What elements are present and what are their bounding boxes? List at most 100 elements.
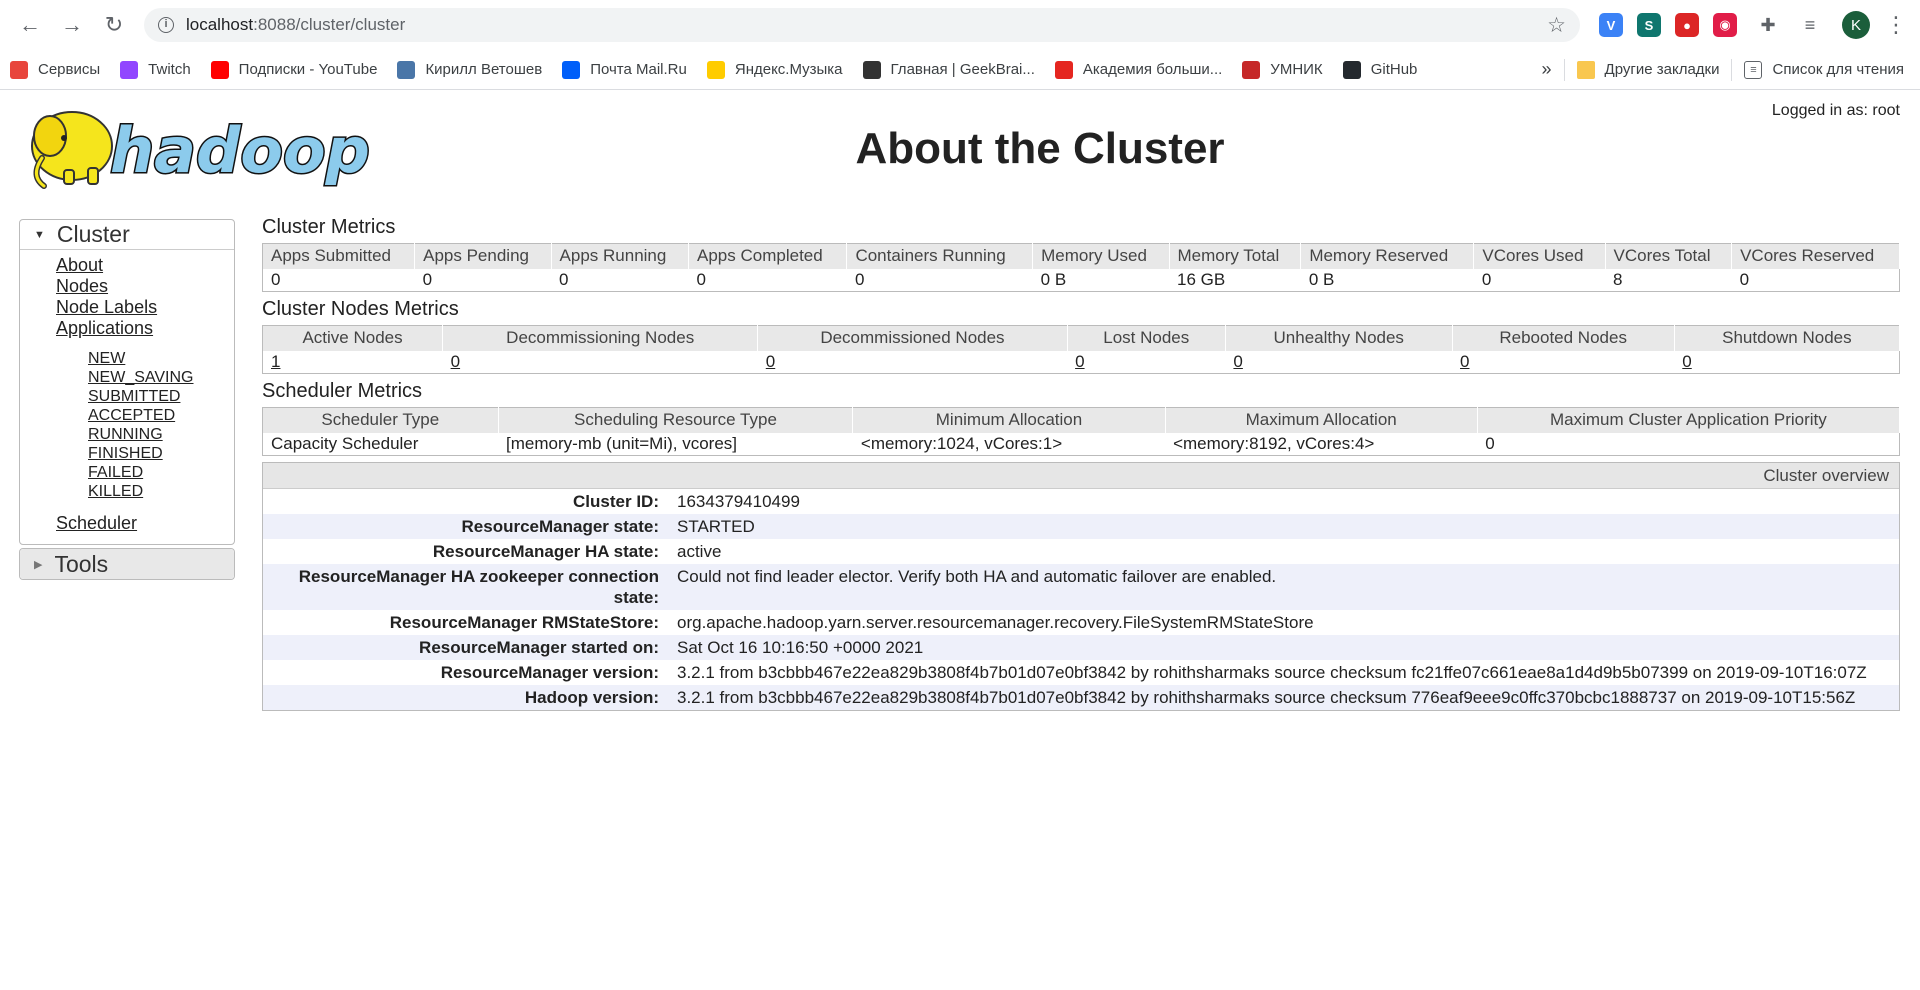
column-header[interactable]: VCores Used <box>1473 243 1606 269</box>
nav-about-link[interactable]: About <box>56 255 234 276</box>
cell-link[interactable]: 0 <box>451 352 460 371</box>
other-bookmarks-folder[interactable]: Другие закладки <box>1576 60 1719 79</box>
address-bar[interactable]: i localhost:8088/cluster/cluster ☆ <box>144 8 1580 42</box>
nav-app-state-submitted-link[interactable]: SUBMITTED <box>88 387 234 406</box>
bookmark-item[interactable]: Подписки - YouTube <box>210 60 377 79</box>
bookmark-item[interactable]: УМНИК <box>1242 60 1323 79</box>
browser-menu-icon[interactable]: ⋮ <box>1884 12 1908 38</box>
column-header[interactable]: Apps Running <box>551 243 690 269</box>
scheduler-metrics-table: Scheduler Type Scheduling Resource Type Mi… <box>262 407 1901 456</box>
cell-link[interactable]: 1 <box>271 352 280 371</box>
column-header[interactable]: Active Nodes <box>262 325 444 351</box>
table-cell: 0 <box>271 269 281 289</box>
column-header[interactable]: Rebooted Nodes <box>1452 325 1675 351</box>
forward-arrow-icon[interactable]: → <box>54 7 90 43</box>
table-cell: [memory-mb (unit=Mi), vcores] <box>506 433 737 453</box>
column-header[interactable]: Apps Completed <box>688 243 848 269</box>
nav-app-state-killed-link[interactable]: KILLED <box>88 482 234 501</box>
bookmark-item[interactable]: Сервисы <box>10 60 101 79</box>
nav-node-labels-link[interactable]: Node Labels <box>56 297 234 318</box>
tools-panel-title: Tools <box>54 550 109 577</box>
column-header[interactable]: Decommissioned Nodes <box>757 325 1068 351</box>
tools-panel-header[interactable]: ▶ Tools <box>20 549 234 579</box>
bookmark-item[interactable]: Кирилл Ветошев <box>397 60 542 79</box>
application-states-list: NEW NEW_SAVING SUBMITTED ACCEPTED RUNNING FIN… <box>56 349 234 501</box>
table-cell: 0 <box>1225 351 1452 374</box>
s-extension-icon[interactable]: S <box>1637 13 1661 37</box>
table-cell: 0 <box>422 269 433 289</box>
column-header[interactable]: Containers Running <box>846 243 1034 269</box>
nav-app-state-new-saving-link[interactable]: NEW_SAVING <box>88 368 234 387</box>
cell-link[interactable]: 0 <box>1460 352 1469 371</box>
cluster-panel-header[interactable]: ▼ Cluster <box>20 220 234 250</box>
nav-app-state-failed-link[interactable]: FAILED <box>88 463 234 482</box>
bookmark-item[interactable]: GitHub <box>1342 60 1417 79</box>
bookmarks-bar: Сервисы Twitch Подписки - YouTube Кирилл Ве… <box>0 50 1920 90</box>
bookmarks-divider <box>1563 58 1565 81</box>
back-arrow-icon[interactable]: ← <box>12 7 48 43</box>
reading-list-button[interactable]: ≡ Список для чтения <box>1744 60 1904 79</box>
bookmark-label: Сервисы <box>38 61 101 78</box>
nav-nodes-link[interactable]: Nodes <box>56 276 234 297</box>
table-cell: 0 B <box>1040 269 1067 289</box>
reading-list-label: Список для чтения <box>1772 61 1904 78</box>
column-header[interactable]: Memory Used <box>1032 243 1170 269</box>
academy-icon <box>1054 60 1073 79</box>
nav-app-state-accepted-link[interactable]: ACCEPTED <box>88 406 234 425</box>
opera-extension-icon[interactable]: ● <box>1675 13 1699 37</box>
column-header[interactable]: Scheduler Type <box>262 407 499 433</box>
cell-link[interactable]: 0 <box>1233 352 1242 371</box>
overview-label: Cluster ID: <box>573 492 659 511</box>
bookmarks-divider <box>1731 58 1733 81</box>
puzzle-extensions-icon[interactable]: ✚ <box>1750 7 1786 43</box>
nav-app-state-finished-link[interactable]: FINISHED <box>88 444 234 463</box>
url-text[interactable]: localhost:8088/cluster/cluster <box>186 15 1547 35</box>
column-header[interactable]: Shutdown Nodes <box>1674 325 1901 351</box>
media-control-icon[interactable]: ≡ <box>1792 7 1828 43</box>
reload-icon[interactable]: ↻ <box>96 7 132 43</box>
column-header[interactable]: Apps Submitted <box>262 243 416 269</box>
overview-value: 3.2.1 from b3cbbb467e22ea829b3808f4b7b01… <box>677 688 1856 707</box>
bookmark-item[interactable]: Академия больши... <box>1054 60 1222 79</box>
column-header[interactable]: Lost Nodes <box>1067 325 1226 351</box>
bookmark-item[interactable]: Почта Mail.Ru <box>562 60 687 79</box>
url-path: :8088/cluster/cluster <box>253 15 406 34</box>
red-extension-icon[interactable]: ◉ <box>1713 13 1737 37</box>
column-header[interactable]: Maximum Cluster Application Priority <box>1477 407 1901 433</box>
cell-link[interactable]: 0 <box>1075 352 1084 371</box>
column-header[interactable]: Apps Pending <box>414 243 552 269</box>
bookmarks-overflow-button[interactable]: » <box>1542 59 1552 80</box>
nav-app-state-new-link[interactable]: NEW <box>88 349 234 368</box>
caret-down-icon: ▼ <box>34 228 45 241</box>
nav-applications-link[interactable]: Applications <box>56 318 234 339</box>
nav-scheduler-link[interactable]: Scheduler <box>56 513 234 534</box>
reading-list-icon: ≡ <box>1744 60 1763 79</box>
table-cell: <memory:1024, vCores:1> <box>860 433 1063 453</box>
column-header[interactable]: Memory Reserved <box>1300 243 1475 269</box>
column-header[interactable]: Scheduling Resource Type <box>498 407 854 433</box>
site-info-icon[interactable]: i <box>158 17 174 33</box>
bookmark-item[interactable]: Яндекс.Музыка <box>706 60 843 79</box>
column-header[interactable]: Memory Total <box>1169 243 1302 269</box>
nav-app-state-running-link[interactable]: RUNNING <box>88 425 234 444</box>
column-header[interactable]: Minimum Allocation <box>852 407 1166 433</box>
bookmark-item[interactable]: Главная | GeekBrai... <box>862 60 1035 79</box>
table-header-row: Active Nodes Decommissioning Nodes Decommi… <box>262 325 1901 351</box>
bookmark-star-icon[interactable]: ☆ <box>1547 13 1566 38</box>
overview-value: org.apache.hadoop.yarn.server.resourcema… <box>677 613 1314 632</box>
bookmarks-right: » Другие закладки ≡ Список для чтения <box>1542 58 1910 81</box>
profile-avatar[interactable]: K <box>1842 11 1870 39</box>
cell-link[interactable]: 0 <box>1682 352 1691 371</box>
column-header[interactable]: Decommissioning Nodes <box>442 325 759 351</box>
table-row: Capacity Scheduler [memory-mb (unit=Mi), … <box>263 433 1900 456</box>
avatar-letter: K <box>1850 16 1861 34</box>
cluster-panel: ▼ Cluster About Nodes Node Labels Applic… <box>19 219 235 545</box>
overview-value: Could not find leader elector. Verify bo… <box>677 567 1277 586</box>
v-extension-icon[interactable]: V <box>1599 13 1623 37</box>
column-header[interactable]: Maximum Allocation <box>1165 407 1478 433</box>
column-header[interactable]: Unhealthy Nodes <box>1225 325 1453 351</box>
cell-link[interactable]: 0 <box>766 352 775 371</box>
column-header[interactable]: VCores Total <box>1605 243 1733 269</box>
column-header[interactable]: VCores Reserved <box>1731 243 1900 269</box>
bookmark-item[interactable]: Twitch <box>120 60 191 79</box>
